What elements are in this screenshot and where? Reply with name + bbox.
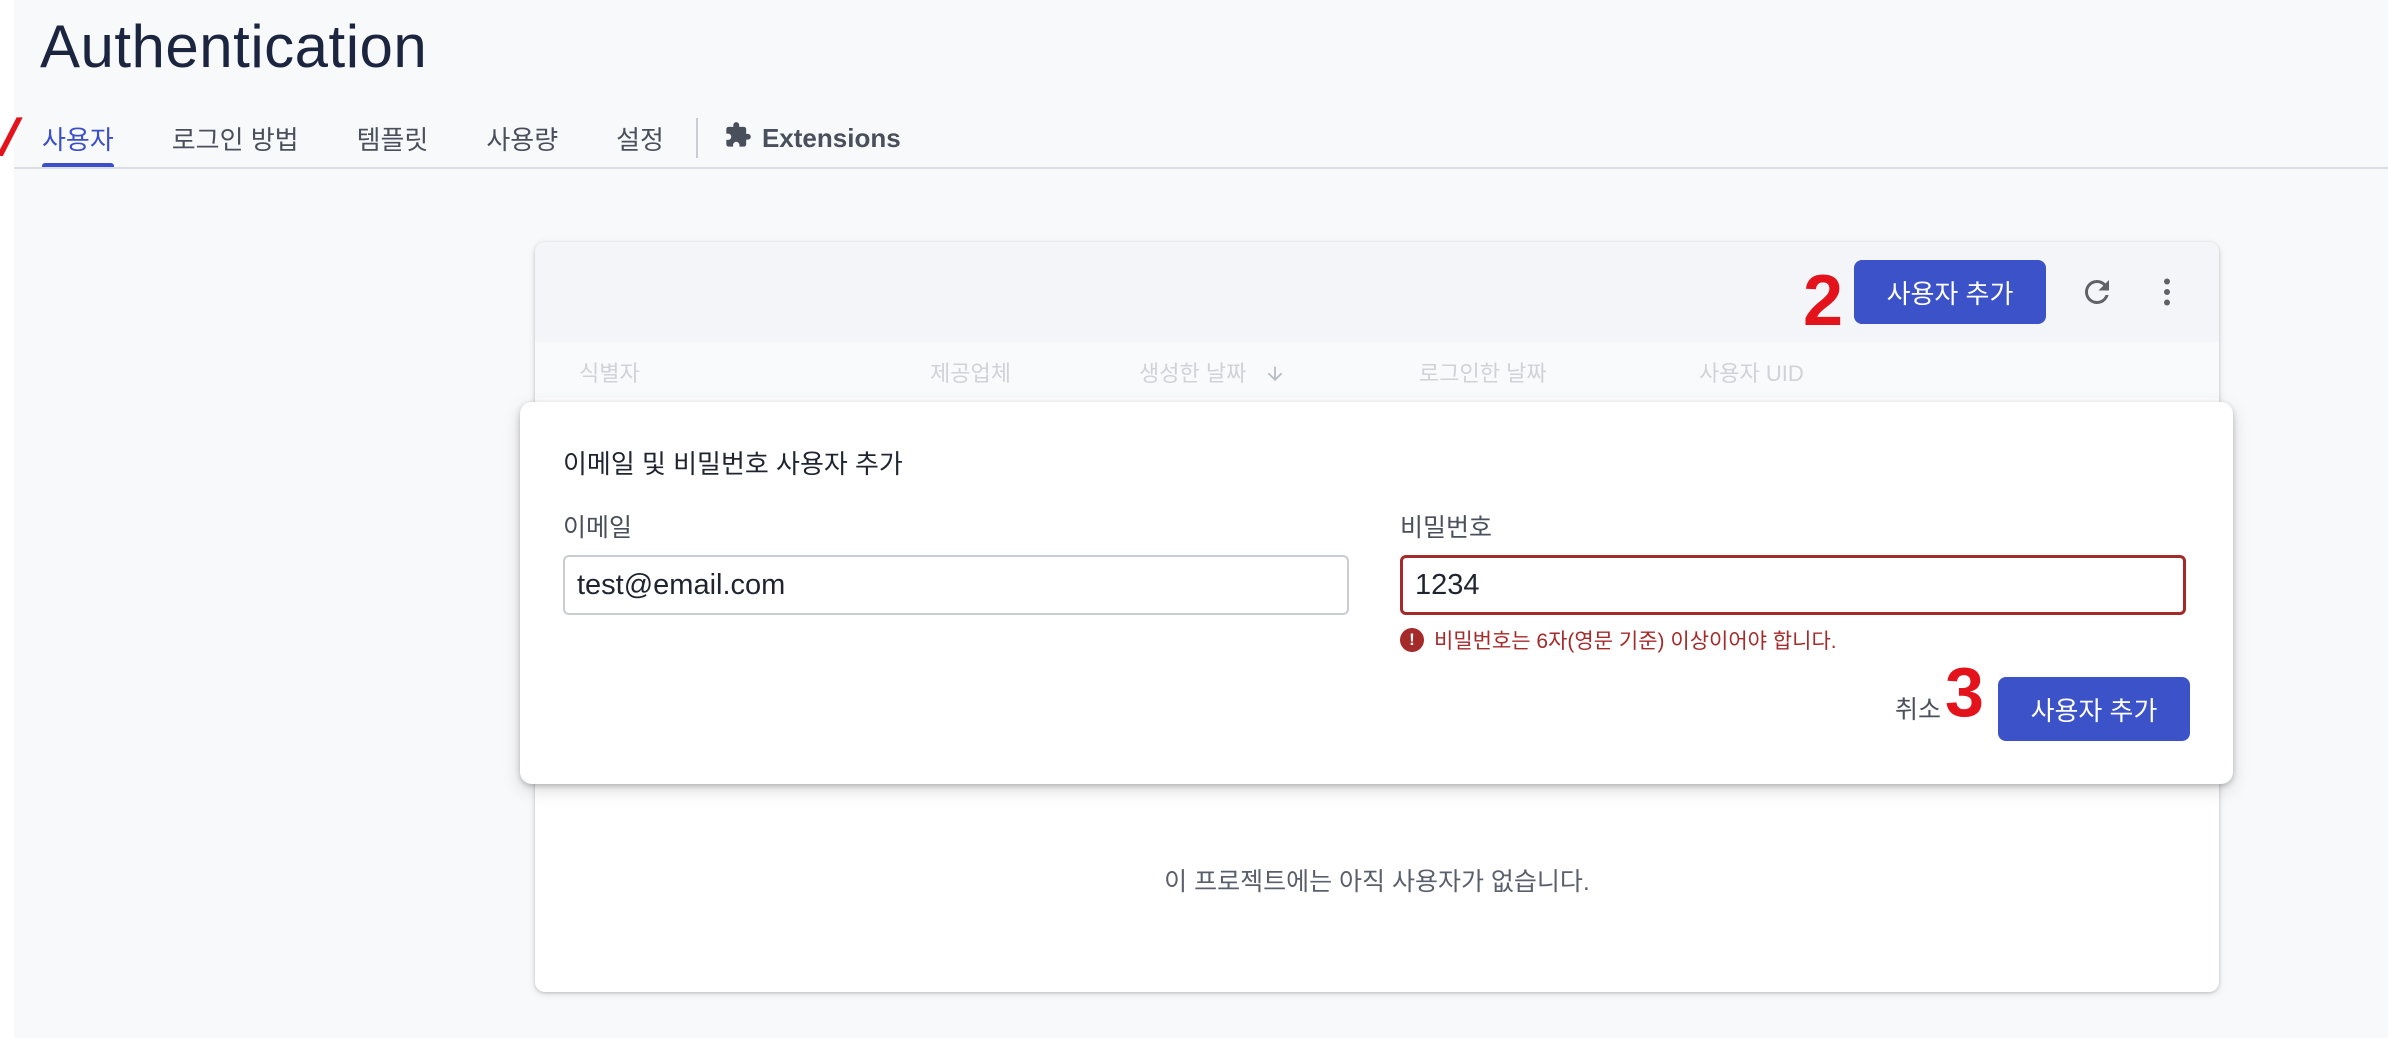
tab-usage[interactable]: 사용량 xyxy=(486,108,558,168)
column-created-label: 생성한 날짜 xyxy=(1139,361,1247,386)
puzzle-icon xyxy=(724,121,762,156)
tab-users[interactable]: 사용자 xyxy=(42,108,114,168)
email-label: 이메일 xyxy=(563,514,633,542)
column-identifier[interactable]: 식별자 xyxy=(579,356,640,388)
column-signed-in[interactable]: 로그인한 날짜 xyxy=(1419,356,1547,388)
tab-templates[interactable]: 템플릿 xyxy=(357,108,429,168)
tabs-divider-line xyxy=(14,167,2388,169)
annotation-step-2: 2 xyxy=(1803,261,1844,341)
add-user-button[interactable]: 사용자 추가 xyxy=(1854,260,2046,324)
email-field[interactable] xyxy=(563,555,1349,615)
tab-extensions[interactable]: Extensions xyxy=(724,108,901,168)
more-vert-icon[interactable] xyxy=(2143,268,2191,316)
tab-label: 사용량 xyxy=(486,124,559,155)
cancel-button[interactable]: 취소 xyxy=(1895,690,1941,726)
column-user-uid[interactable]: 사용자 UID xyxy=(1699,356,1804,388)
column-provider[interactable]: 제공업체 xyxy=(930,356,1011,388)
tab-label: Extensions xyxy=(761,122,901,153)
tab-bar: 사용자 로그인 방법 템플릿 사용량 설정 Extensions xyxy=(42,108,959,168)
arrow-down-icon xyxy=(1268,366,1283,382)
add-user-dialog: 이메일 및 비밀번호 사용자 추가 이메일 비밀번호 ! 비밀번호는 6자(영문… xyxy=(520,402,2233,784)
error-icon: ! xyxy=(1400,628,1424,652)
tab-sign-in-method[interactable]: 로그인 방법 xyxy=(172,108,299,168)
password-field[interactable] xyxy=(1400,555,2186,615)
tab-label: 사용자 xyxy=(42,124,114,155)
tab-label: 템플릿 xyxy=(356,124,429,155)
tab-label: 설정 xyxy=(616,124,664,155)
column-created[interactable]: 생성한 날짜 xyxy=(1139,356,1286,388)
submit-add-user-button[interactable]: 사용자 추가 xyxy=(1998,677,2190,741)
password-label: 비밀번호 xyxy=(1400,514,1493,542)
tab-label: 로그인 방법 xyxy=(171,124,299,155)
empty-state-message: 이 프로젝트에는 아직 사용자가 없습니다. xyxy=(1164,868,1590,896)
page-title: Authentication xyxy=(40,13,428,80)
password-error-text: 비밀번호는 6자(영문 기준) 이상이어야 합니다. xyxy=(1434,630,1837,653)
table-header: 식별자 제공업체 생성한 날짜 로그인한 날짜 사용자 UID xyxy=(535,342,2219,398)
card-toolbar: 2 사용자 추가 xyxy=(535,242,2219,342)
tab-divider xyxy=(695,118,698,158)
password-error: ! 비밀번호는 6자(영문 기준) 이상이어야 합니다. xyxy=(1400,625,1837,655)
dialog-title: 이메일 및 비밀번호 사용자 추가 xyxy=(563,449,903,479)
tab-settings[interactable]: 설정 xyxy=(616,108,664,168)
annotation-step-3: 3 xyxy=(1945,653,1984,731)
refresh-icon[interactable] xyxy=(2073,268,2121,316)
